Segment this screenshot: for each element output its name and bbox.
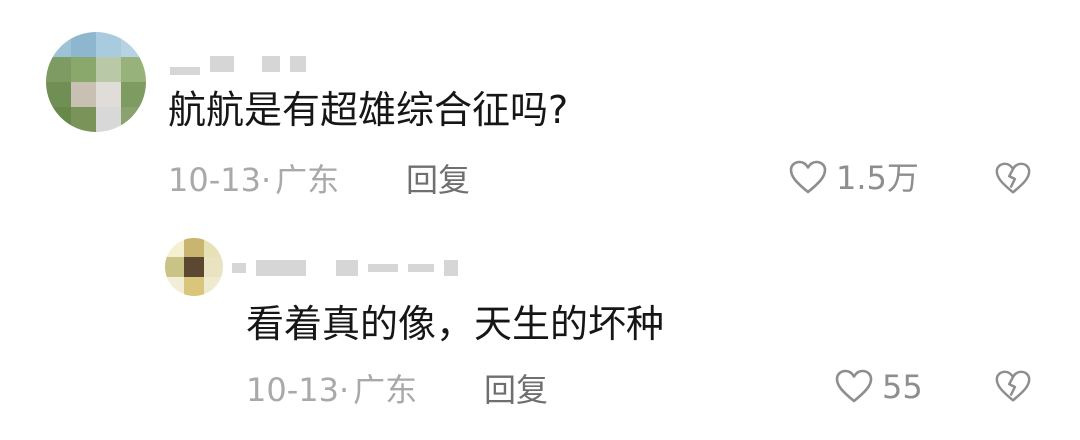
comment-location: 广东	[275, 161, 340, 199]
comment-like-button[interactable]: 1.5万	[788, 158, 919, 198]
reply-reply-button[interactable]: 回复	[484, 370, 548, 410]
comment-like-count: 1.5万	[836, 159, 919, 197]
broken-heart-icon[interactable]	[994, 368, 1032, 406]
reply-meta: 10-13· 广东	[246, 370, 417, 410]
commenter-avatar[interactable]	[46, 32, 146, 132]
comment-reply-button[interactable]: 回复	[406, 160, 470, 200]
replier-avatar[interactable]	[165, 238, 223, 296]
heart-outline-icon	[788, 158, 828, 198]
meta-separator: ·	[338, 371, 350, 409]
comment-text: 航航是有超雄综合征吗?	[168, 88, 569, 132]
comment-meta: 10-13· 广东	[168, 160, 339, 200]
commenter-username-obscured[interactable]	[170, 44, 306, 84]
heart-outline-icon	[834, 367, 874, 407]
reply-like-button[interactable]: 55	[834, 367, 923, 407]
replier-username-obscured[interactable]	[232, 248, 458, 288]
meta-separator: ·	[260, 161, 272, 199]
reply-location: 广东	[353, 371, 418, 409]
reply-date: 10-13	[246, 371, 339, 409]
reply-like-count: 55	[882, 368, 923, 406]
reply-text: 看着真的像，天生的坏种	[246, 302, 665, 346]
broken-heart-icon[interactable]	[994, 160, 1032, 198]
comment-date: 10-13	[168, 161, 261, 199]
